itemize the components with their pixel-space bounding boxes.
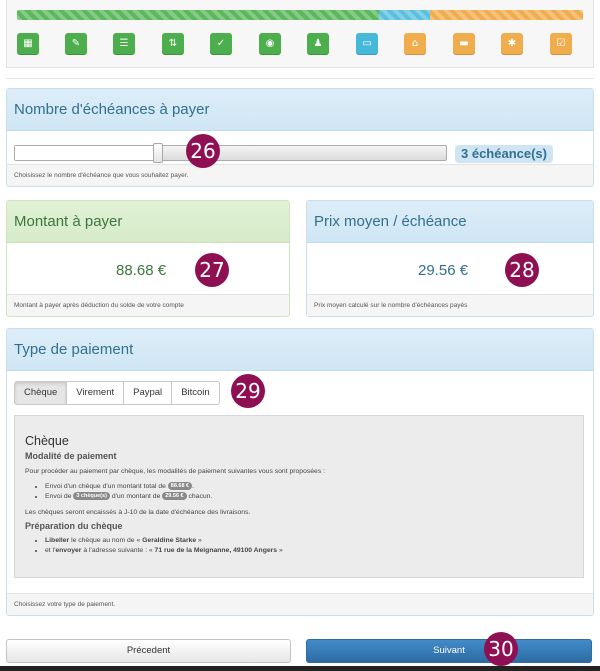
cheque-amount-pill: 29.56 € — [162, 492, 187, 501]
progress-segment — [430, 10, 583, 20]
previous-button[interactable]: Précedent — [6, 639, 291, 663]
modalite-intro: Pour procéder au paiement par chèque, le… — [25, 468, 325, 475]
step-icon-row: ▦ ✎ ☰ ⇅ ✓ ◉ ♟ ▭ ⌂ ▬ ✱ ☑ — [17, 33, 583, 55]
sort-icon[interactable]: ⇅ — [162, 33, 184, 55]
grid-icon[interactable]: ▦ — [17, 33, 39, 55]
prix-moyen-panel: Prix moyen / échéance 29.56 € Prix moyen… — [306, 200, 594, 317]
montant-value: 88.68 € — [116, 262, 167, 279]
list-icon[interactable]: ☰ — [113, 33, 135, 55]
marker-27: 27 — [195, 253, 229, 287]
card-icon[interactable]: ▭ — [356, 33, 378, 55]
eye-icon[interactable]: ◉ — [259, 33, 281, 55]
user-icon[interactable]: ♟ — [307, 33, 329, 55]
wizard-steps: ▦ ✎ ☰ ⇅ ✓ ◉ ♟ ▭ ⌂ ▬ ✱ ☑ — [6, 0, 594, 68]
bottom-edge — [0, 666, 600, 671]
cheque-content: Chèque Modalité de paiement Pour procéde… — [14, 415, 584, 578]
echeances-help: Choisissez le nombre d'échéance que vous… — [7, 164, 593, 186]
tab-virement[interactable]: Virement — [67, 381, 125, 405]
paiement-panel: Type de paiement Chèque Virement Paypal … — [6, 328, 594, 616]
prix-moyen-value: 29.56 € — [418, 262, 469, 279]
marker-26: 26 — [186, 134, 220, 168]
comment-icon[interactable]: ▬ — [453, 33, 475, 55]
cheque-count-pill: 3 chèque(s) — [73, 492, 110, 501]
wrench-icon[interactable]: ✎ — [65, 33, 87, 55]
check-icon[interactable]: ✓ — [210, 33, 232, 55]
total-pill: 88.68 € — [167, 482, 193, 491]
list-item: et l'envoyer à l'adresse suivante : « 71… — [45, 546, 573, 556]
preparation-title: Préparation du chèque — [25, 521, 123, 531]
check-square-icon[interactable]: ☑ — [550, 33, 572, 55]
paiement-title: Type de paiement — [7, 329, 593, 371]
payment-tabs: Chèque Virement Paypal Bitcoin — [14, 381, 220, 405]
tab-paypal[interactable]: Paypal — [124, 381, 173, 405]
echeances-panel: Nombre d'échéances à payer 3 échéance(s)… — [6, 88, 594, 187]
marker-30: 30 — [484, 632, 518, 666]
divider — [6, 78, 594, 79]
cheque-title: Chèque — [25, 434, 69, 448]
modalite-title: Modalité de paiement — [25, 451, 117, 461]
paiement-help: Choisissez votre type de paiement. — [7, 593, 593, 615]
wizard-progress-bar — [17, 10, 583, 20]
prix-moyen-help: Prix moyen calculé sur le nombre d'échéa… — [307, 294, 593, 316]
slider-handle[interactable] — [152, 143, 163, 163]
tab-cheque[interactable]: Chèque — [14, 381, 68, 405]
montant-title: Montant à payer — [7, 201, 289, 243]
home-icon[interactable]: ⌂ — [404, 33, 426, 55]
echeances-slider[interactable] — [14, 143, 447, 163]
montant-help: Montant à payer après déduction du solde… — [7, 294, 289, 316]
beneficiary-name: Geraldine Starke — [142, 537, 197, 544]
slider-fill — [15, 146, 158, 160]
echeances-count-badge: 3 échéance(s) — [455, 145, 553, 163]
prix-moyen-title: Prix moyen / échéance — [307, 201, 593, 243]
marker-29: 29 — [231, 374, 265, 408]
echeances-title: Nombre d'échéances à payer — [7, 89, 593, 131]
marker-28: 28 — [505, 253, 539, 287]
list-item: Envoi d'un chèque d'un montant total de … — [45, 482, 573, 492]
mailing-address: 71 rue de la Meignanne, 49100 Angers — [154, 547, 278, 554]
next-button[interactable]: Suivant — [306, 639, 592, 663]
asterisk-icon[interactable]: ✱ — [501, 33, 523, 55]
montant-panel: Montant à payer 88.68 € Montant à payer … — [6, 200, 290, 317]
modalite-list: Envoi d'un chèque d'un montant total de … — [25, 482, 573, 502]
progress-segment — [379, 10, 431, 20]
list-item: Libeller le chèque au nom de « Geraldine… — [45, 536, 573, 546]
list-item: Envoi de 3 chèque(s) d'un montant de 29.… — [45, 492, 573, 502]
encaissement-note: Les chèques seront encaissés à J-10 de l… — [25, 509, 251, 516]
tab-bitcoin[interactable]: Bitcoin — [172, 381, 220, 405]
preparation-list: Libeller le chèque au nom de « Geraldine… — [25, 536, 573, 556]
progress-segment — [17, 10, 380, 20]
